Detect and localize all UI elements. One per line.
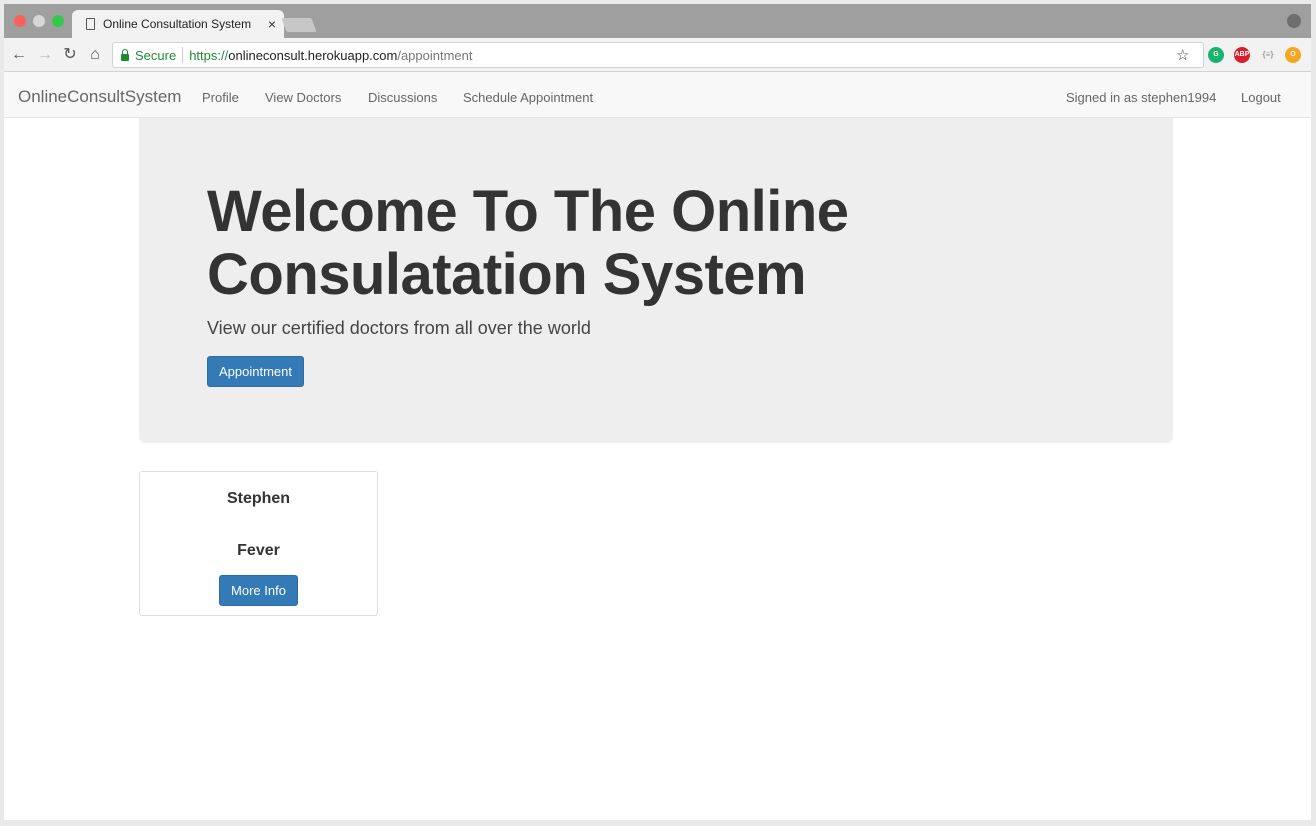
- grammarly-extension-icon[interactable]: G: [1208, 47, 1224, 63]
- browser-toolbar: ← → ↻ ⌂ Secure https:// onlineconsult.he…: [4, 38, 1311, 72]
- reload-icon[interactable]: ↻: [61, 46, 79, 64]
- address-bar[interactable]: Secure https:// onlineconsult.herokuapp.…: [112, 42, 1204, 68]
- omnibox-divider: [182, 47, 184, 63]
- nav-link-discussions[interactable]: Discussions: [368, 90, 437, 105]
- json-extension-icon[interactable]: {≡}: [1260, 47, 1276, 63]
- page-title: Welcome To The Online Consulatation Syst…: [207, 179, 849, 307]
- nav-link-profile[interactable]: Profile: [202, 90, 239, 105]
- lock-icon: [121, 48, 129, 61]
- logout-link[interactable]: Logout: [1241, 90, 1281, 105]
- back-arrow-icon[interactable]: ←: [10, 46, 28, 64]
- minimize-window-icon[interactable]: [33, 15, 45, 27]
- profile-icon[interactable]: [1287, 14, 1301, 28]
- extension-icon[interactable]: O: [1285, 47, 1301, 63]
- bookmark-star-icon[interactable]: ☆: [1176, 46, 1189, 64]
- window-controls: [14, 15, 64, 27]
- url-path: /appointment: [397, 47, 473, 63]
- url-scheme: https://: [189, 47, 229, 63]
- doctor-card: Stephen Fever More Info: [139, 471, 378, 616]
- url-host: onlineconsult.herokuapp.com: [228, 47, 398, 63]
- tab-title: Online Consultation System: [103, 17, 252, 31]
- maximize-window-icon[interactable]: [52, 15, 64, 27]
- secure-label: Secure: [135, 47, 177, 63]
- document-icon: [86, 18, 95, 30]
- card-condition: Fever: [237, 542, 280, 559]
- browser-window: Online Consultation System × ← → ↻ ⌂ Sec…: [4, 4, 1311, 820]
- close-window-icon[interactable]: [14, 15, 26, 27]
- tab-close-icon[interactable]: ×: [260, 16, 284, 32]
- home-icon[interactable]: ⌂: [86, 46, 104, 64]
- browser-tab[interactable]: Online Consultation System ×: [72, 10, 284, 38]
- page-subtitle: View our certified doctors from all over…: [207, 318, 591, 338]
- nav-link-schedule-appointment[interactable]: Schedule Appointment: [463, 90, 593, 105]
- new-tab-button[interactable]: [281, 18, 317, 32]
- card-name: Stephen: [226, 490, 291, 507]
- brand-link[interactable]: OnlineConsultSystem: [18, 87, 181, 107]
- adblock-extension-icon[interactable]: ABP: [1234, 47, 1250, 63]
- appointment-button[interactable]: Appointment: [207, 356, 304, 387]
- more-info-button[interactable]: More Info: [219, 575, 298, 606]
- signed-in-text: Signed in as stephen1994: [1066, 90, 1217, 105]
- nav-link-view-doctors[interactable]: View Doctors: [265, 90, 341, 105]
- forward-arrow-icon[interactable]: →: [36, 46, 54, 64]
- tab-strip: Online Consultation System ×: [4, 4, 1311, 38]
- jumbotron: Welcome To The Online Consulatation Syst…: [139, 118, 1173, 443]
- site-navbar: OnlineConsultSystem Profile View Doctors…: [4, 72, 1311, 118]
